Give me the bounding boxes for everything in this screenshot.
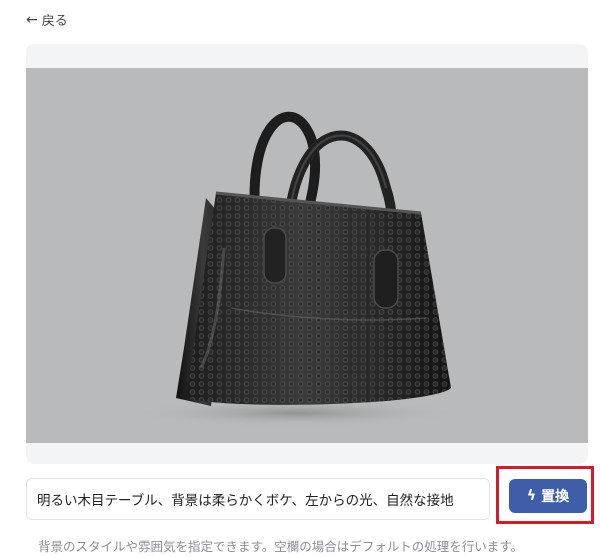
replace-button-label: 置換: [541, 489, 570, 505]
arrow-left-icon: ←: [26, 11, 38, 28]
helper-text: 背景のスタイルや雰囲気を指定できます。空欄の場合はデフォルトの処理を行います。: [38, 539, 524, 554]
prompt-row: ϟ 置換: [26, 466, 594, 524]
back-link[interactable]: ← 戻る: [26, 10, 68, 30]
highlight-frame: ϟ 置換: [496, 466, 594, 524]
replace-button[interactable]: ϟ 置換: [509, 479, 587, 513]
back-label: 戻る: [41, 14, 68, 29]
lightning-icon: ϟ: [526, 488, 537, 504]
product-image: [26, 68, 588, 443]
image-preview-card: [26, 44, 588, 464]
handbag-illustration: [126, 111, 466, 427]
background-prompt-input[interactable]: [26, 478, 490, 520]
